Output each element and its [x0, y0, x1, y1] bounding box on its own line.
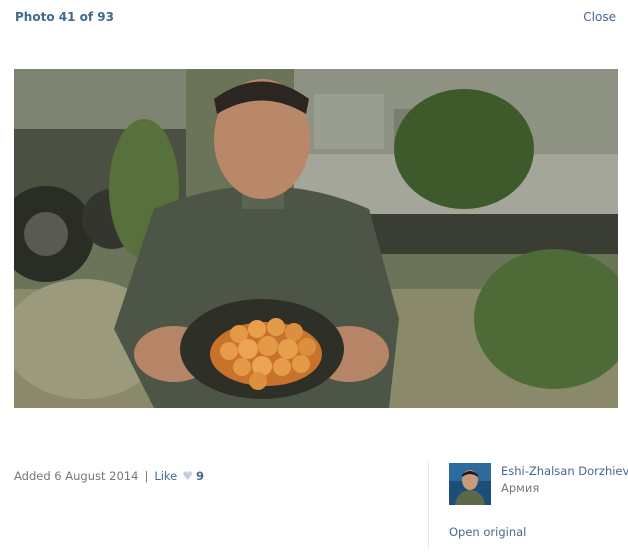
author-name[interactable]: Eshi-Zhalsan Dorzhiev [501, 464, 628, 478]
viewer-header: Photo 41 of 93 Close [0, 0, 628, 36]
photo-image [14, 69, 618, 408]
meta-separator: | [144, 469, 149, 483]
author-subtitle: Армия [501, 481, 540, 495]
heart-icon[interactable]: ♥ [182, 469, 193, 483]
photo-counter: Photo 41 of 93 [15, 10, 114, 24]
like-count[interactable]: 9 [196, 469, 204, 483]
added-date: Added 6 August 2014 [14, 469, 139, 483]
like-button[interactable]: Like [154, 469, 177, 483]
avatar[interactable] [449, 463, 491, 505]
sidebar-divider [428, 461, 429, 549]
photo-meta: Added 6 August 2014 | Like ♥ 9 [14, 469, 204, 483]
avatar-image [449, 463, 491, 505]
open-original-link[interactable]: Open original [449, 525, 526, 539]
close-button[interactable]: Close [583, 10, 616, 24]
main-photo[interactable] [14, 69, 618, 408]
